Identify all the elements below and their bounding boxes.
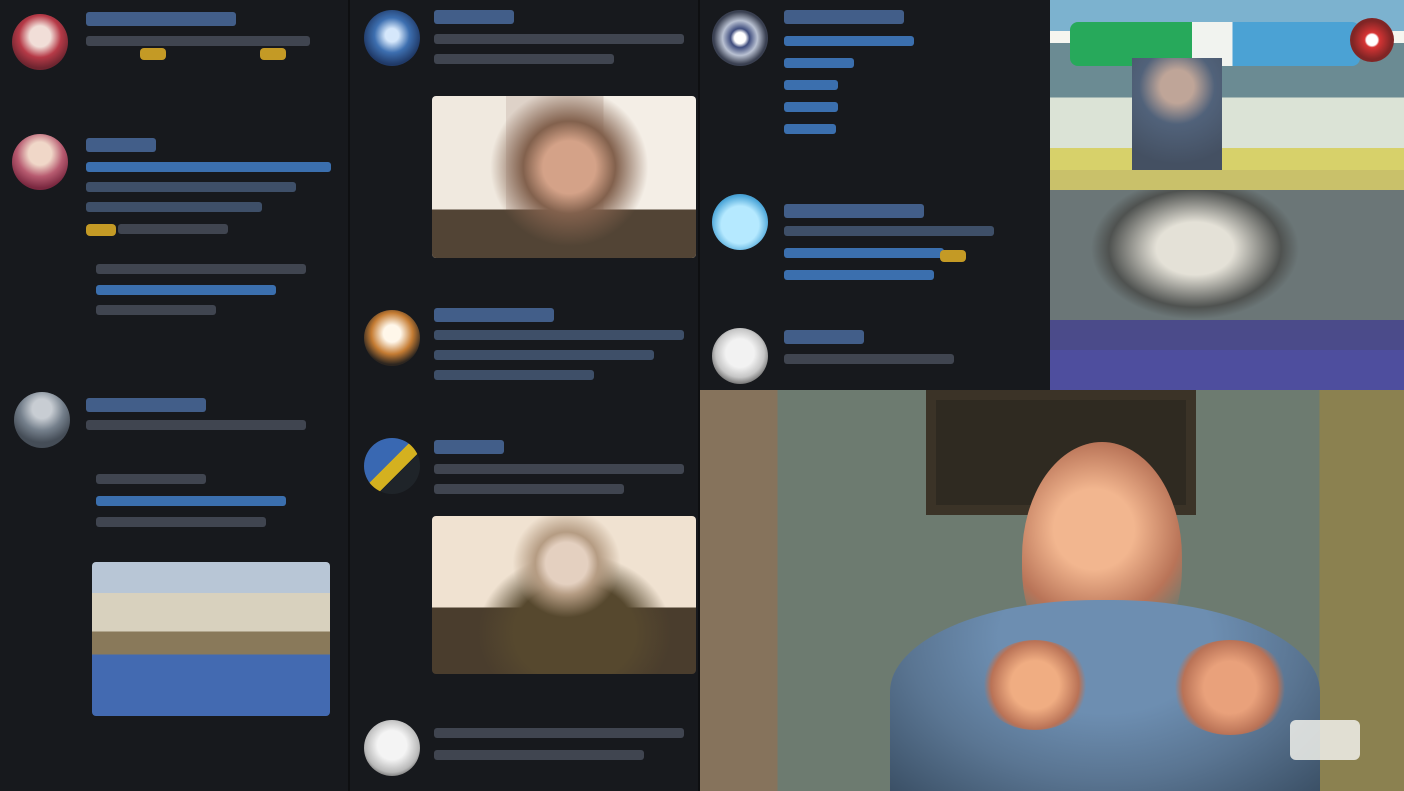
- feed-post[interactable]: [350, 710, 698, 791]
- post-text-line: [434, 464, 684, 474]
- avatar[interactable]: [712, 194, 768, 250]
- banner-strip: [1050, 170, 1404, 190]
- post-text-line: [86, 420, 306, 430]
- post-text-line: [96, 474, 206, 484]
- emoji-icon: [140, 48, 166, 60]
- corner-object: [1290, 720, 1360, 760]
- emoji-icon: [86, 224, 116, 236]
- post-text-line: [434, 484, 624, 494]
- avatar[interactable]: [364, 720, 420, 776]
- video-panel[interactable]: [700, 390, 1404, 791]
- post-text-line: [784, 124, 836, 134]
- post-text-line: [118, 224, 228, 234]
- feed-post[interactable]: [350, 430, 698, 690]
- post-text-line: [434, 330, 684, 340]
- author-name[interactable]: [784, 330, 864, 344]
- post-text-line: [434, 350, 654, 360]
- post-text-line: [96, 496, 286, 506]
- post-text-line: [784, 354, 954, 364]
- post-text-line: [434, 370, 594, 380]
- blurred-multi-panel-ui: [0, 0, 1404, 791]
- emblem-icon: [1350, 18, 1394, 62]
- left-feed-column: [0, 0, 350, 791]
- right-feed-column: [700, 0, 1050, 390]
- avatar[interactable]: [12, 134, 68, 190]
- post-video-thumbnail[interactable]: [432, 516, 696, 674]
- post-text-line: [784, 36, 914, 46]
- author-name[interactable]: [86, 12, 236, 26]
- post-text-line: [784, 102, 838, 112]
- quoted-text-line: [96, 305, 216, 315]
- post-text-line: [434, 54, 614, 64]
- author-name[interactable]: [86, 398, 206, 412]
- avatar[interactable]: [364, 10, 420, 66]
- person-thumbnail: [432, 516, 696, 674]
- post-image[interactable]: [92, 562, 330, 716]
- post-text-line: [86, 182, 296, 192]
- quoted-text-line: [96, 264, 306, 274]
- feed-post[interactable]: [700, 190, 1050, 320]
- post-text-line: [784, 226, 994, 236]
- avatar[interactable]: [12, 14, 68, 70]
- post-text-line: [434, 728, 684, 738]
- feed-post[interactable]: [0, 0, 348, 100]
- feed-post[interactable]: [0, 392, 348, 791]
- post-text-line: [86, 36, 310, 46]
- author-name[interactable]: [86, 138, 156, 152]
- group-figure: [1090, 190, 1300, 320]
- post-text-line: [784, 80, 838, 90]
- feed-post[interactable]: [700, 320, 1050, 390]
- post-text-line: [434, 34, 684, 44]
- top-right-image-panel[interactable]: [1050, 0, 1404, 390]
- image-scene: [92, 562, 330, 716]
- emoji-icon: [260, 48, 286, 60]
- hand-right: [1170, 640, 1290, 735]
- footer-bar: [1050, 350, 1404, 390]
- avatar[interactable]: [364, 310, 420, 366]
- post-text-line: [784, 58, 854, 68]
- feed-post[interactable]: [700, 0, 1050, 170]
- post-text-line: [784, 270, 934, 280]
- avatar[interactable]: [14, 392, 70, 448]
- emoji-icon: [940, 250, 966, 262]
- author-name[interactable]: [434, 440, 504, 454]
- post-text-line: [86, 162, 331, 172]
- person-figure: [1132, 58, 1222, 188]
- middle-feed-column: [350, 0, 700, 791]
- post-text-line: [86, 202, 262, 212]
- avatar[interactable]: [712, 10, 768, 66]
- post-text-line: [96, 517, 266, 527]
- post-text-line: [434, 750, 644, 760]
- author-name[interactable]: [434, 308, 554, 322]
- post-text-line: [784, 248, 944, 258]
- hand-left: [980, 640, 1090, 730]
- post-video-thumbnail[interactable]: [432, 96, 696, 258]
- person-thumbnail: [432, 96, 696, 258]
- author-name[interactable]: [784, 10, 904, 24]
- feed-post[interactable]: [0, 120, 348, 380]
- quoted-text-line: [96, 285, 276, 295]
- feed-post[interactable]: [350, 0, 698, 270]
- feed-post[interactable]: [350, 300, 698, 430]
- avatar[interactable]: [712, 328, 768, 384]
- author-name[interactable]: [784, 204, 924, 218]
- avatar[interactable]: [364, 438, 420, 494]
- author-name[interactable]: [434, 10, 514, 24]
